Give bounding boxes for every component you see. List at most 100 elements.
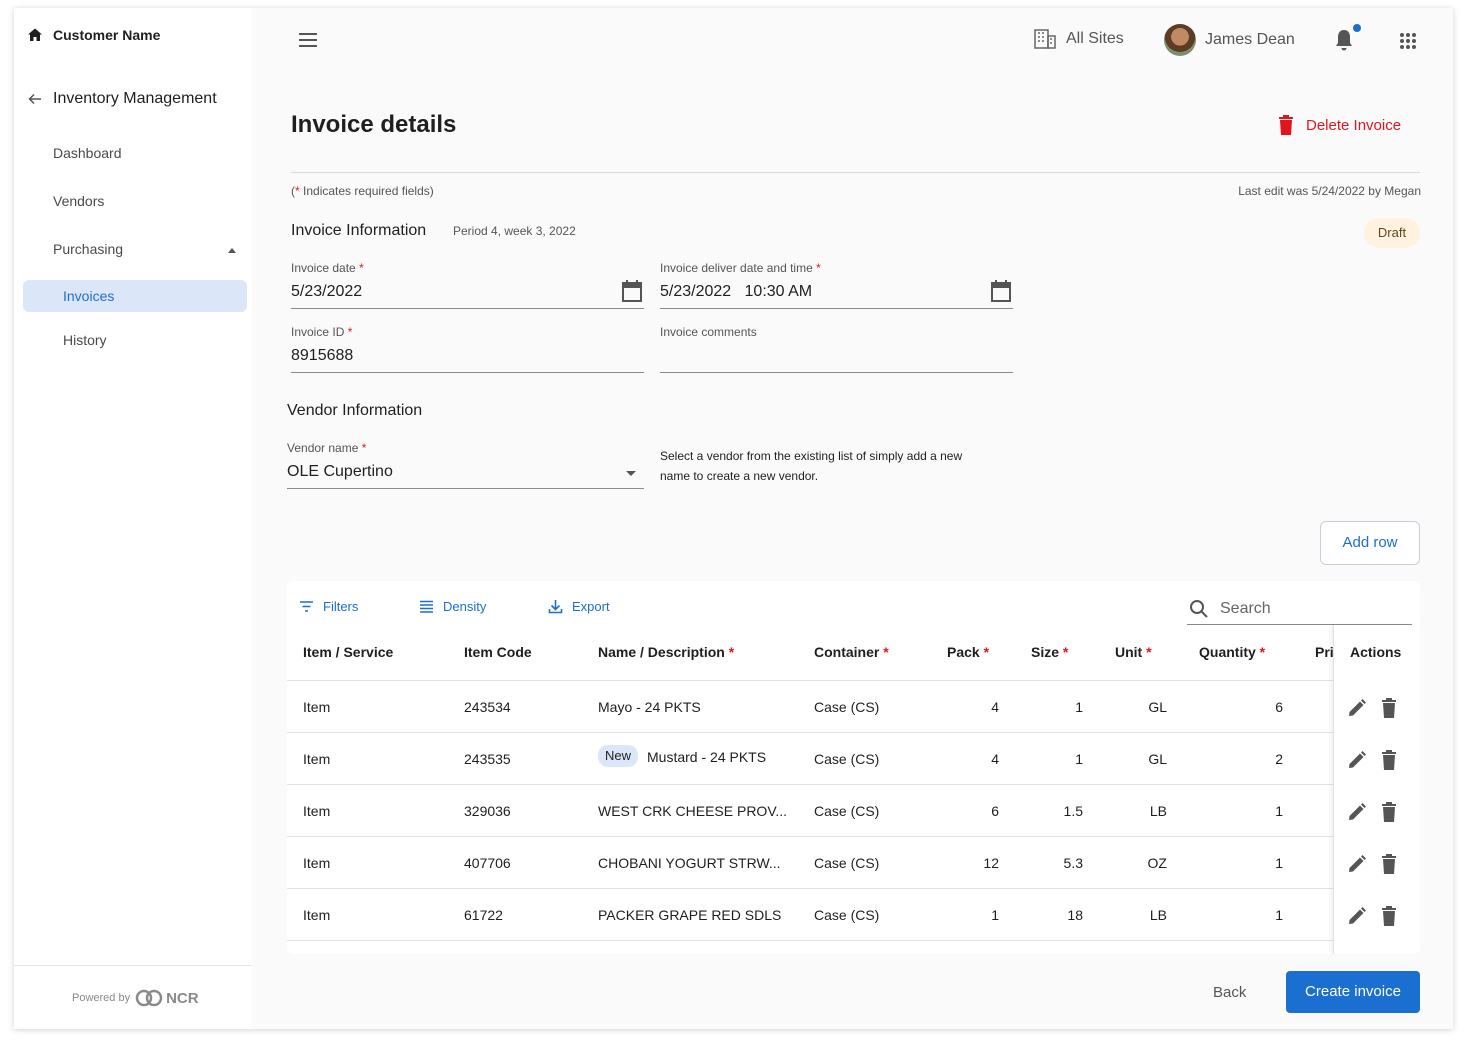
ncr-mark-icon — [135, 989, 163, 1007]
cell-name: WEST CRK CHEESE PROV... — [598, 803, 788, 819]
bell-icon[interactable] — [1334, 28, 1354, 52]
cell-unit: LB — [1149, 907, 1167, 923]
invoice-comments-field[interactable]: Invoice comments — [660, 325, 1013, 373]
customer-name[interactable]: Customer Name — [27, 27, 160, 43]
edit-icon[interactable] — [1347, 802, 1367, 822]
col-header-name-text: Name / Description — [598, 644, 725, 660]
sidebar-item-invoices[interactable]: Invoices — [23, 280, 247, 312]
cell-quantity: 6 — [1275, 699, 1283, 715]
search-input[interactable]: Search — [1187, 593, 1412, 625]
invoice-id-field[interactable]: Invoice ID * 8915688 — [291, 325, 644, 373]
create-invoice-button[interactable]: Create invoice — [1286, 971, 1420, 1013]
sidebar-item-vendors[interactable]: Vendors — [53, 193, 104, 209]
table-row[interactable]: Item 61722 PACKER GRAPE RED SDLS Case (C… — [287, 889, 1420, 941]
invoice-date-field[interactable]: Invoice date * 5/23/2022 — [291, 261, 644, 309]
hamburger-menu-icon[interactable] — [298, 32, 318, 48]
required-star: * — [816, 261, 821, 275]
trash-icon — [1279, 115, 1293, 135]
delete-invoice-button[interactable]: Delete Invoice — [1278, 115, 1401, 135]
customer-name-label: Customer Name — [53, 27, 161, 43]
cell-item: Item — [303, 751, 331, 767]
table-row[interactable]: Item 243535 New Mustard - 24 PKTS Case (C… — [287, 733, 1420, 785]
export-button[interactable]: Export — [548, 599, 610, 614]
vendor-name-select[interactable]: Vendor name * OLE Cupertino — [287, 441, 644, 489]
invoice-deliver-label-text: Invoice deliver date and time — [660, 261, 813, 275]
edit-icon[interactable] — [1347, 854, 1367, 874]
calendar-icon[interactable] — [622, 280, 642, 302]
cell-name: Mayo - 24 PKTS — [598, 699, 701, 715]
powered-by-label: Powered by — [72, 992, 131, 1004]
trash-icon[interactable] — [1379, 854, 1399, 874]
table-row[interactable]: Item 407706 CHOBANI YOGURT STRW... Case … — [287, 837, 1420, 889]
invoice-section-title: Invoice Information — [291, 222, 427, 239]
cell-container: Case (CS) — [814, 699, 880, 715]
cell-pack: 6 — [991, 803, 999, 819]
col-header-unit-text: Unit — [1115, 644, 1143, 660]
last-edit-info: Last edit was 5/24/2022 by Megan — [1238, 184, 1421, 198]
invoice-id-label-text: Invoice ID — [291, 325, 345, 339]
filters-button[interactable]: Filters — [299, 599, 358, 614]
chevron-down-icon[interactable] — [626, 471, 636, 476]
edit-icon[interactable] — [1347, 698, 1367, 718]
invoice-deliver-label: Invoice deliver date and time * — [660, 261, 821, 275]
site-selector[interactable]: All Sites — [1034, 29, 1124, 49]
cell-container: Case (CS) — [814, 855, 880, 871]
col-header-pack[interactable]: Pack * — [947, 644, 989, 660]
cell-code: 407706 — [464, 855, 511, 871]
col-header-container-text: Container — [814, 644, 880, 660]
col-header-quantity[interactable]: Quantity * — [1199, 644, 1265, 660]
invoice-date-value: 5/23/2022 — [291, 283, 363, 300]
col-header-price[interactable]: Pri — [1315, 644, 1334, 660]
col-header-code[interactable]: Item Code — [464, 644, 532, 660]
invoice-date-label: Invoice date * — [291, 261, 364, 275]
trash-icon[interactable] — [1379, 698, 1399, 718]
module-title: Inventory Management — [53, 90, 217, 107]
back-button[interactable]: Back — [1213, 984, 1246, 1001]
cell-quantity: 2 — [1275, 751, 1283, 767]
trash-icon[interactable] — [1379, 750, 1399, 770]
col-header-container[interactable]: Container * — [814, 644, 889, 660]
density-button[interactable]: Density — [419, 599, 486, 614]
trash-icon[interactable] — [1379, 802, 1399, 822]
cell-quantity: 1 — [1275, 907, 1283, 923]
export-label: Export — [572, 599, 610, 614]
filter-icon — [300, 601, 313, 612]
user-menu[interactable]: James Dean — [1164, 24, 1295, 56]
cell-code: 61722 — [464, 907, 503, 923]
search-placeholder: Search — [1220, 599, 1271, 617]
trash-icon[interactable] — [1379, 906, 1399, 926]
col-header-item[interactable]: Item / Service — [303, 644, 393, 660]
module-back-link[interactable]: Inventory Management — [27, 90, 217, 108]
vendor-name-label: Vendor name * — [287, 441, 366, 455]
table-row[interactable]: Item 329036 WEST CRK CHEESE PROV... Case… — [287, 785, 1420, 837]
sidebar-item-purchasing[interactable]: Purchasing — [53, 241, 123, 257]
calendar-icon[interactable] — [991, 280, 1011, 302]
cell-pack: 4 — [991, 751, 999, 767]
arrow-back-icon — [28, 93, 41, 105]
cell-quantity: 1 — [1275, 803, 1283, 819]
col-header-actions: Actions — [1350, 644, 1402, 660]
density-label: Density — [443, 599, 487, 614]
cell-container: Case (CS) — [814, 751, 880, 767]
user-name: James Dean — [1205, 31, 1295, 48]
col-header-unit[interactable]: Unit * — [1115, 644, 1152, 660]
edit-icon[interactable] — [1347, 906, 1367, 926]
add-row-button[interactable]: Add row — [1320, 521, 1420, 565]
sidebar-item-dashboard[interactable]: Dashboard — [53, 145, 122, 161]
col-header-size[interactable]: Size * — [1031, 644, 1068, 660]
cell-name: New Mustard - 24 PKTS — [598, 745, 766, 769]
chevron-up-icon[interactable] — [228, 248, 236, 253]
edit-icon[interactable] — [1347, 750, 1367, 770]
sidebar-item-history[interactable]: History — [23, 324, 247, 356]
apps-grid-icon[interactable] — [1399, 32, 1417, 50]
table-row[interactable]: Item 243534 Mayo - 24 PKTS Case (CS) 4 1… — [287, 681, 1420, 733]
cell-size: 1.5 — [1063, 803, 1083, 819]
new-badge: New — [598, 745, 639, 767]
col-header-name[interactable]: Name / Description * — [598, 644, 734, 660]
required-star: * — [361, 441, 367, 455]
vendor-name-value: OLE Cupertino — [287, 463, 393, 480]
cell-pack: 1 — [991, 907, 999, 923]
cell-size: 18 — [1067, 907, 1083, 923]
invoice-deliver-field[interactable]: Invoice deliver date and time * 5/23/202… — [660, 261, 1013, 309]
cell-unit: OZ — [1147, 855, 1167, 871]
